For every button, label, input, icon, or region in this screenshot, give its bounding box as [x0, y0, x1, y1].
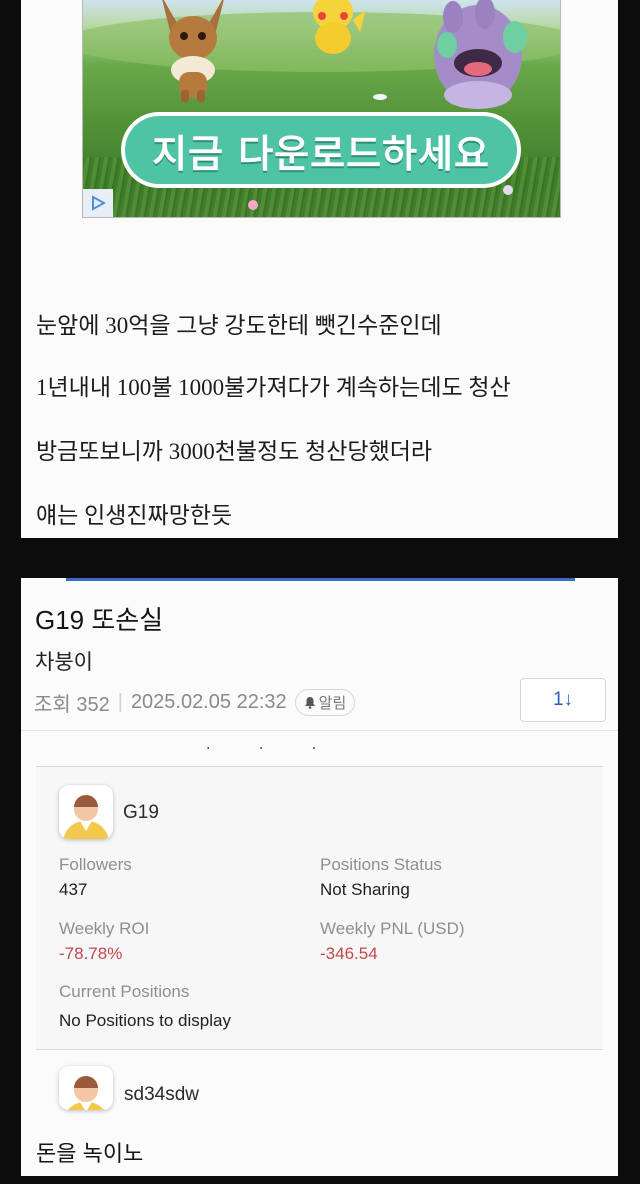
- alarm-button[interactable]: 알림: [294, 689, 356, 716]
- comment-sort-button[interactable]: 1↓: [520, 678, 606, 722]
- current-positions-value: No Positions to display: [59, 1011, 231, 1030]
- positions-status-label: Positions Status: [320, 855, 442, 874]
- post-accent-bar: [66, 578, 575, 581]
- view-count: 조회 352: [34, 694, 110, 716]
- embedded-trader-screenshot: G19 Followers 437 Positions Status Not S…: [36, 766, 603, 1049]
- header-divider: [21, 730, 618, 731]
- post-body-card: 지금 다운로드하세요 눈앞에 30억을 그냥 강도한테 뺏긴수준인데 1년내내 …: [21, 0, 618, 538]
- ad-choices-triangle-icon: [92, 195, 106, 211]
- followers-label: Followers: [59, 855, 132, 874]
- post-text-line: 1년내내 100불 1000불가져다가 계속하는데도 청산: [36, 375, 511, 400]
- next-trader-name[interactable]: sd34sdw: [124, 1084, 199, 1106]
- download-now-label: 지금 다운로드하세요: [125, 116, 517, 184]
- download-now-button[interactable]: 지금 다운로드하세요: [121, 112, 521, 188]
- post-text-line: 방금또보니까 3000천불정도 청산당했더라: [36, 439, 433, 464]
- post-card: G19 또손실 차붕이 조회 352 | 2025.02.05 22:32 알림…: [21, 578, 618, 1176]
- weekly-roi-value: -78.78%: [59, 944, 123, 963]
- post-title: G19 또손실: [35, 605, 164, 635]
- trader-avatar[interactable]: [59, 785, 113, 839]
- flower-decoration: [503, 185, 513, 195]
- trader-divider: [36, 1049, 603, 1050]
- meta-divider: |: [117, 691, 123, 713]
- flower-decoration: [373, 94, 387, 100]
- post-author[interactable]: 차붕이: [35, 646, 93, 676]
- goodra-character-image: [434, 0, 527, 109]
- weekly-pnl-label: Weekly PNL (USD): [320, 919, 465, 938]
- bell-icon: [304, 697, 315, 709]
- post-text-line: 눈앞에 30억을 그냥 강도한테 뺏긴수준인데: [36, 313, 442, 338]
- followers-value: 437: [59, 880, 88, 899]
- pikachu-character-image: [313, 0, 366, 54]
- positions-status-value: Not Sharing: [320, 880, 410, 899]
- post-meta: 조회 352 | 2025.02.05 22:32 알림: [34, 688, 356, 717]
- flower-decoration: [248, 200, 258, 210]
- trader-name[interactable]: G19: [123, 802, 159, 824]
- ellipsis-dots: · · ·: [206, 741, 339, 757]
- post-text-line: 얘는 인생진짜망한듯: [36, 503, 233, 528]
- next-trader-avatar[interactable]: [59, 1066, 113, 1110]
- post-datetime: 2025.02.05 22:32: [130, 691, 287, 713]
- alarm-label: 알림: [318, 695, 347, 712]
- comment-text: 돈을 녹이노: [36, 1141, 144, 1166]
- eevee-character-image: [162, 0, 224, 102]
- weekly-roi-label: Weekly ROI: [59, 919, 150, 938]
- ad-choices-icon[interactable]: [83, 189, 113, 217]
- ad-banner[interactable]: 지금 다운로드하세요: [82, 0, 561, 218]
- current-positions-label: Current Positions: [59, 982, 190, 1001]
- weekly-pnl-value: -346.54: [320, 944, 378, 963]
